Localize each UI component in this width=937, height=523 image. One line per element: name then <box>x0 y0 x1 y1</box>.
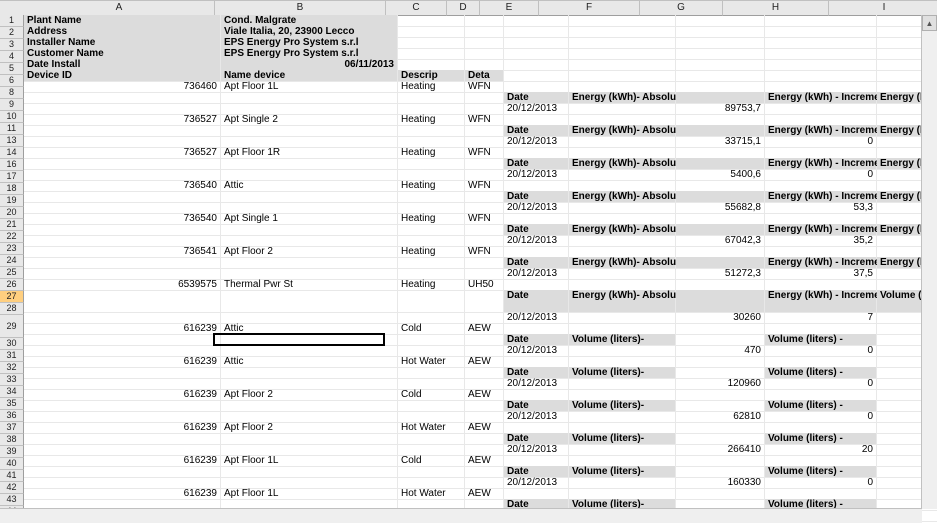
row-header[interactable]: 34 <box>0 386 24 398</box>
row-header[interactable]: 42 <box>0 482 24 494</box>
cell[interactable] <box>465 290 504 313</box>
row-header[interactable]: 33 <box>0 374 24 386</box>
column-header-A[interactable]: A <box>24 1 215 16</box>
row-header[interactable]: 40 <box>0 458 24 470</box>
row-header[interactable]: 21 <box>0 219 24 231</box>
scroll-up-icon[interactable]: ▲ <box>922 15 937 31</box>
row-header[interactable]: 9 <box>0 99 24 111</box>
row-headers: 1234568910111314161718192021222324252627… <box>0 15 24 523</box>
row-header[interactable]: 39 <box>0 446 24 458</box>
row-header[interactable]: 30 <box>0 338 24 350</box>
row-header[interactable]: 17 <box>0 171 24 183</box>
row-header[interactable]: 13 <box>0 135 24 147</box>
cell-grid[interactable]: Plant NameCond. MalgrateAddressViale Ita… <box>24 15 937 521</box>
row-header[interactable]: 29 <box>0 315 24 338</box>
row-header[interactable]: 14 <box>0 147 24 159</box>
vertical-scrollbar[interactable]: ▲ <box>921 15 937 509</box>
row-header[interactable]: 5 <box>0 63 24 75</box>
select-all-corner[interactable] <box>0 1 25 16</box>
row-header[interactable]: 25 <box>0 267 24 279</box>
row-header[interactable]: 26 <box>0 279 24 291</box>
row-header[interactable]: 10 <box>0 111 24 123</box>
cell[interactable] <box>676 290 765 313</box>
row-header[interactable]: 22 <box>0 231 24 243</box>
row-header[interactable]: 35 <box>0 398 24 410</box>
row-header[interactable]: 18 <box>0 183 24 195</box>
row-header[interactable]: 19 <box>0 195 24 207</box>
row-header[interactable]: 28 <box>0 303 24 315</box>
row-header[interactable]: 3 <box>0 39 24 51</box>
row-header[interactable]: 36 <box>0 410 24 422</box>
row-header[interactable]: 24 <box>0 255 24 267</box>
row-header[interactable]: 32 <box>0 362 24 374</box>
row-header[interactable]: 1 <box>0 15 24 27</box>
row-header[interactable]: 31 <box>0 350 24 362</box>
column-header-D[interactable]: D <box>447 1 480 16</box>
column-header-I[interactable]: I <box>829 1 937 16</box>
cell[interactable]: Energy (kWh)- Absolute Value <box>569 290 676 313</box>
row-header[interactable]: 23 <box>0 243 24 255</box>
row-header[interactable]: 2 <box>0 27 24 39</box>
column-header-E[interactable]: E <box>480 1 539 16</box>
row-header[interactable]: 38 <box>0 434 24 446</box>
column-headers: ABCDEFGHI <box>24 1 937 15</box>
horizontal-scrollbar[interactable] <box>0 508 922 523</box>
row-header[interactable]: 16 <box>0 159 24 171</box>
column-header-C[interactable]: C <box>386 1 447 16</box>
cell[interactable] <box>398 290 465 313</box>
cell[interactable]: Energy (kWh) - Increment Value <box>765 290 877 313</box>
row-header[interactable]: 20 <box>0 207 24 219</box>
cell[interactable]: Date <box>504 290 569 313</box>
row-header[interactable]: 6 <box>0 75 24 87</box>
row-header[interactable]: 11 <box>0 123 24 135</box>
row-header[interactable]: 4 <box>0 51 24 63</box>
cell[interactable] <box>221 290 398 313</box>
column-header-F[interactable]: F <box>539 1 640 16</box>
row-header[interactable]: 37 <box>0 422 24 434</box>
row-header[interactable]: 43 <box>0 494 24 506</box>
row-header[interactable]: 41 <box>0 470 24 482</box>
column-header-G[interactable]: G <box>640 1 723 16</box>
column-header-B[interactable]: B <box>215 1 386 16</box>
spreadsheet: ABCDEFGHI 123456891011131416171819202122… <box>0 0 937 523</box>
row-header[interactable]: 27 <box>0 291 24 303</box>
cell[interactable] <box>24 290 221 313</box>
column-header-H[interactable]: H <box>723 1 829 16</box>
row-header[interactable]: 8 <box>0 87 24 99</box>
